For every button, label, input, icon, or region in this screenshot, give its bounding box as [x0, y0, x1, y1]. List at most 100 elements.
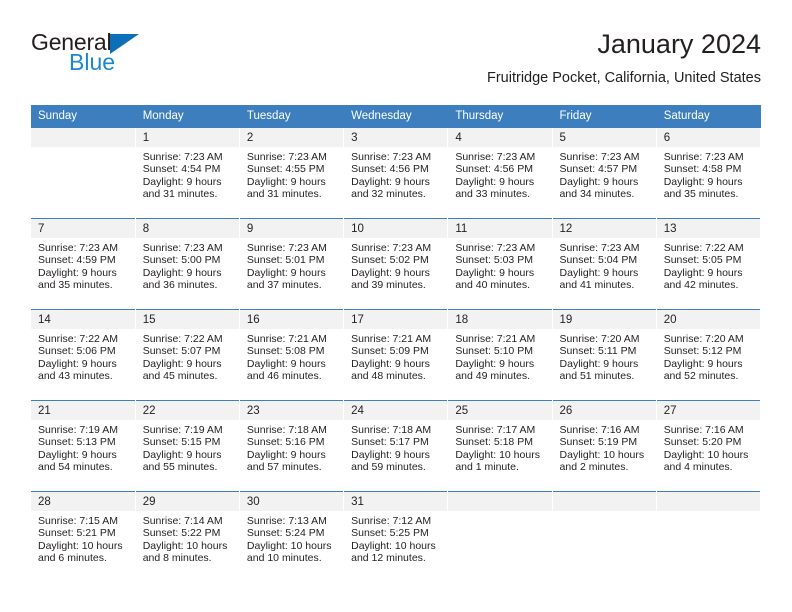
- calendar-day-cell[interactable]: 12 Sunrise: 7:23 AM Sunset: 5:04 PM Dayligh…: [552, 218, 657, 310]
- calendar-day-cell[interactable]: 14 Sunrise: 7:22 AM Sunset: 5:06 PM Dayligh…: [31, 309, 136, 401]
- calendar-day-cell[interactable]: 22 Sunrise: 7:19 AM Sunset: 5:15 PM Dayligh…: [135, 400, 240, 492]
- day-sun-info: Sunrise: 7:12 AM Sunset: 5:25 PM Daylight:…: [344, 511, 447, 565]
- day-info-line: and 4 minutes.: [663, 461, 733, 474]
- day-sun-info: [31, 147, 135, 151]
- calendar-day-cell[interactable]: 26 Sunrise: 7:16 AM Sunset: 5:19 PM Dayligh…: [552, 400, 657, 492]
- calendar-day-cell[interactable]: 2 Sunrise: 7:23 AM Sunset: 4:55 PM Daylight…: [239, 127, 345, 219]
- day-sun-info: Sunrise: 7:21 AM Sunset: 5:08 PM Daylight:…: [240, 329, 343, 383]
- day-info-line: Daylight: 10 hours: [38, 539, 123, 552]
- day-number: 6: [656, 128, 760, 147]
- day-info-line: and 48 minutes.: [351, 370, 426, 383]
- calendar-day-cell[interactable]: 6 Sunrise: 7:23 AM Sunset: 4:58 PM Daylight…: [656, 127, 762, 219]
- day-sun-info: Sunrise: 7:15 AM Sunset: 5:21 PM Daylight:…: [31, 511, 135, 565]
- calendar-page: General Blue January 2024 Fruitridge Poc…: [0, 0, 792, 612]
- day-info-line: Sunset: 5:12 PM: [663, 345, 742, 358]
- day-info-line: and 43 minutes.: [38, 370, 113, 383]
- day-sun-info: Sunrise: 7:23 AM Sunset: 5:03 PM Daylight:…: [448, 238, 551, 292]
- day-cell-inner: 19 Sunrise: 7:20 AM Sunset: 5:11 PM Dayligh…: [552, 310, 656, 400]
- calendar-week-row: 7 Sunrise: 7:23 AM Sunset: 4:59 PM Daylight…: [31, 218, 762, 310]
- day-cell-inner: 11 Sunrise: 7:23 AM Sunset: 5:03 PM Dayligh…: [448, 219, 552, 309]
- day-info-line: Sunset: 5:17 PM: [351, 436, 429, 449]
- calendar-day-cell[interactable]: 7 Sunrise: 7:23 AM Sunset: 4:59 PM Daylight…: [31, 218, 136, 310]
- day-info-line: Sunrise: 7:15 AM: [38, 515, 118, 527]
- calendar-day-cell[interactable]: 31 Sunrise: 7:12 AM Sunset: 5:25 PM Dayligh…: [343, 491, 449, 582]
- day-number: 20: [656, 310, 760, 329]
- day-info-line: Daylight: 9 hours: [559, 175, 639, 188]
- day-sun-info: Sunrise: 7:16 AM Sunset: 5:20 PM Daylight:…: [657, 420, 760, 474]
- day-info-line: and 42 minutes.: [663, 279, 739, 292]
- day-info-line: Sunset: 5:07 PM: [142, 345, 221, 358]
- calendar-day-cell[interactable]: 15 Sunrise: 7:22 AM Sunset: 5:07 PM Dayligh…: [135, 309, 240, 401]
- day-info-line: Sunrise: 7:21 AM: [351, 333, 432, 345]
- calendar-day-cell[interactable]: 13 Sunrise: 7:22 AM Sunset: 5:05 PM Dayligh…: [656, 218, 762, 310]
- day-info-line: Daylight: 9 hours: [246, 266, 326, 279]
- calendar-day-cell[interactable]: 20 Sunrise: 7:20 AM Sunset: 5:12 PM Dayligh…: [656, 309, 762, 401]
- day-number: 31: [344, 492, 448, 511]
- calendar-day-cell[interactable]: 25 Sunrise: 7:17 AM Sunset: 5:18 PM Dayligh…: [447, 400, 553, 492]
- day-info-line: Sunrise: 7:23 AM: [559, 242, 640, 254]
- day-info-line: Sunrise: 7:17 AM: [455, 424, 536, 436]
- calendar-day-cell[interactable]: 3 Sunrise: 7:23 AM Sunset: 4:56 PM Daylight…: [343, 127, 449, 219]
- day-info-line: and 54 minutes.: [38, 461, 113, 474]
- day-cell-inner: [31, 128, 135, 218]
- day-info-line: and 49 minutes.: [455, 370, 531, 383]
- weekday-header-friday: Friday: [552, 105, 657, 128]
- day-cell-inner: 12 Sunrise: 7:23 AM Sunset: 5:04 PM Dayligh…: [552, 219, 656, 309]
- day-cell-inner: 18 Sunrise: 7:21 AM Sunset: 5:10 PM Dayligh…: [448, 310, 552, 400]
- calendar-day-cell[interactable]: 28 Sunrise: 7:15 AM Sunset: 5:21 PM Dayligh…: [31, 491, 136, 582]
- calendar-day-cell[interactable]: 18 Sunrise: 7:21 AM Sunset: 5:10 PM Dayligh…: [447, 309, 553, 401]
- calendar-day-cell[interactable]: 1 Sunrise: 7:23 AM Sunset: 4:54 PM Daylight…: [135, 127, 240, 219]
- day-sun-info: Sunrise: 7:20 AM Sunset: 5:12 PM Daylight:…: [657, 329, 760, 383]
- calendar-day-cell[interactable]: 27 Sunrise: 7:16 AM Sunset: 5:20 PM Dayligh…: [656, 400, 762, 492]
- day-cell-inner: [656, 492, 760, 582]
- calendar-week-row: 28 Sunrise: 7:15 AM Sunset: 5:21 PM Dayligh…: [31, 491, 762, 582]
- day-info-line: Sunset: 5:11 PM: [559, 345, 637, 358]
- calendar-day-cell[interactable]: 19 Sunrise: 7:20 AM Sunset: 5:11 PM Dayligh…: [552, 309, 657, 401]
- day-info-line: Sunrise: 7:23 AM: [455, 242, 536, 254]
- day-info-line: Sunrise: 7:21 AM: [455, 333, 536, 345]
- day-info-line: Daylight: 9 hours: [663, 357, 743, 370]
- day-info-line: Sunset: 5:08 PM: [246, 345, 325, 358]
- calendar-day-cell[interactable]: 5 Sunrise: 7:23 AM Sunset: 4:57 PM Daylight…: [552, 127, 657, 219]
- day-cell-inner: 1 Sunrise: 7:23 AM Sunset: 4:54 PM Daylight…: [135, 128, 239, 218]
- day-cell-inner: 22 Sunrise: 7:19 AM Sunset: 5:15 PM Dayligh…: [135, 401, 239, 491]
- calendar-day-cell[interactable]: 24 Sunrise: 7:18 AM Sunset: 5:17 PM Dayligh…: [343, 400, 449, 492]
- calendar-empty-cell: [447, 491, 553, 582]
- calendar-day-cell[interactable]: 23 Sunrise: 7:18 AM Sunset: 5:16 PM Dayligh…: [239, 400, 345, 492]
- day-info-line: and 35 minutes.: [663, 188, 739, 201]
- day-number: 3: [344, 128, 448, 147]
- calendar-day-cell[interactable]: 9 Sunrise: 7:23 AM Sunset: 5:01 PM Daylight…: [239, 218, 345, 310]
- day-number: 21: [31, 401, 135, 420]
- calendar-day-cell[interactable]: 11 Sunrise: 7:23 AM Sunset: 5:03 PM Dayligh…: [447, 218, 553, 310]
- general-blue-logo[interactable]: General Blue: [31, 30, 261, 90]
- calendar-day-cell[interactable]: 4 Sunrise: 7:23 AM Sunset: 4:56 PM Daylight…: [447, 127, 553, 219]
- day-info-line: Sunset: 4:58 PM: [663, 163, 742, 176]
- day-info-line: Daylight: 9 hours: [142, 175, 222, 188]
- day-cell-inner: 20 Sunrise: 7:20 AM Sunset: 5:12 PM Dayligh…: [656, 310, 760, 400]
- weekday-header-saturday: Saturday: [656, 105, 762, 128]
- calendar-day-cell[interactable]: 10 Sunrise: 7:23 AM Sunset: 5:02 PM Dayligh…: [343, 218, 449, 310]
- day-info-line: Daylight: 9 hours: [455, 175, 535, 188]
- day-info-line: Sunrise: 7:21 AM: [246, 333, 327, 345]
- day-sun-info: Sunrise: 7:21 AM Sunset: 5:10 PM Daylight:…: [448, 329, 551, 383]
- day-cell-inner: [448, 492, 552, 582]
- day-info-line: Daylight: 9 hours: [142, 357, 222, 370]
- day-info-line: Sunrise: 7:23 AM: [246, 242, 327, 254]
- calendar-day-cell[interactable]: 30 Sunrise: 7:13 AM Sunset: 5:24 PM Dayligh…: [239, 491, 345, 582]
- calendar-week-row: 1 Sunrise: 7:23 AM Sunset: 4:54 PM Daylight…: [31, 127, 762, 219]
- calendar-day-cell[interactable]: 21 Sunrise: 7:19 AM Sunset: 5:13 PM Dayligh…: [31, 400, 136, 492]
- calendar-day-cell[interactable]: 17 Sunrise: 7:21 AM Sunset: 5:09 PM Dayligh…: [343, 309, 449, 401]
- calendar-day-cell[interactable]: 8 Sunrise: 7:23 AM Sunset: 5:00 PM Daylight…: [135, 218, 240, 310]
- day-cell-inner: 24 Sunrise: 7:18 AM Sunset: 5:17 PM Dayligh…: [344, 401, 448, 491]
- day-info-line: and 36 minutes.: [142, 279, 218, 292]
- day-info-line: Daylight: 9 hours: [38, 357, 117, 370]
- day-cell-inner: 4 Sunrise: 7:23 AM Sunset: 4:56 PM Daylight…: [448, 128, 552, 218]
- day-info-line: Daylight: 9 hours: [663, 175, 743, 188]
- day-info-line: and 32 minutes.: [351, 188, 426, 201]
- day-cell-inner: 15 Sunrise: 7:22 AM Sunset: 5:07 PM Dayligh…: [135, 310, 239, 400]
- calendar-empty-cell: [552, 491, 657, 582]
- day-sun-info: Sunrise: 7:22 AM Sunset: 5:06 PM Daylight:…: [31, 329, 135, 383]
- calendar-day-cell[interactable]: 29 Sunrise: 7:14 AM Sunset: 5:22 PM Dayligh…: [135, 491, 240, 582]
- calendar-day-cell[interactable]: 16 Sunrise: 7:21 AM Sunset: 5:08 PM Dayligh…: [239, 309, 345, 401]
- day-info-line: and 59 minutes.: [351, 461, 426, 474]
